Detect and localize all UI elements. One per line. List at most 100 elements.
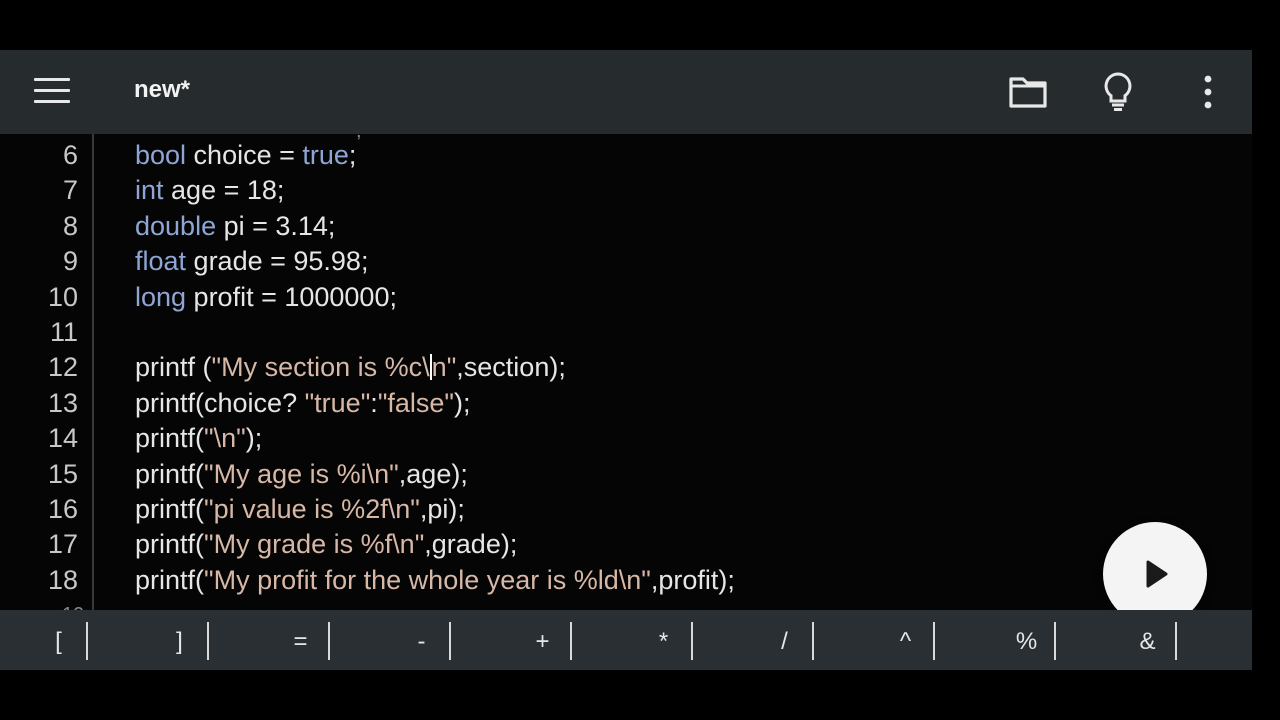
code-token: ); — [245, 423, 263, 454]
string-token: "My grade is %f\n" — [204, 529, 425, 560]
code-text: printf("My age is %i\n",age); — [135, 457, 468, 492]
code-editor[interactable]: ; 6 bool choice = true; 7 int age = 18; 8 dou… — [0, 134, 1252, 610]
symbol-bar: []=-+*/^%&| — [0, 610, 1252, 670]
symbol-key[interactable]: * — [603, 610, 724, 670]
code-token: age = 18; — [163, 175, 285, 206]
keyword-token: true — [302, 140, 349, 170]
code-token: ,section); — [456, 352, 566, 383]
code-line[interactable]: 10 long profit = 1000000; — [0, 280, 1252, 315]
symbol-key[interactable]: % — [966, 610, 1087, 670]
code-token: printf( — [135, 494, 205, 524]
code-line[interactable]: 11 — [0, 315, 1252, 350]
code-token: ,age); — [398, 458, 468, 489]
code-token: printf( — [135, 423, 205, 454]
code-text: double pi = 3.14; — [135, 209, 335, 244]
string-token: "pi value is %2f\n" — [204, 494, 420, 524]
code-line[interactable]: 14 printf("\n"); — [0, 421, 1252, 456]
code-line[interactable]: 7 int age = 18; — [0, 173, 1252, 208]
code-text: printf("My grade is %f\n",grade); — [135, 527, 517, 562]
menu-bar — [34, 89, 70, 92]
symbol-separator — [570, 622, 572, 660]
file-title: new* — [134, 76, 191, 103]
code-token: printf( — [135, 529, 205, 560]
code-line[interactable]: 13 printf(choice? "true":"false"); — [0, 386, 1252, 421]
code-token: ,pi); — [419, 494, 465, 524]
line-number: 8 — [62, 210, 78, 241]
code-editor-app: new* ; 6bool choice = true;7int age — [0, 50, 1252, 670]
symbol-key[interactable]: & — [1087, 610, 1208, 670]
symbol-key[interactable]: ] — [119, 610, 240, 670]
string-token: "My age is %i\n" — [204, 458, 399, 489]
code-text: printf ("My section is %c\n",section); — [135, 350, 566, 385]
code-line[interactable]: 17 printf("My grade is %f\n",grade); — [0, 527, 1252, 562]
code-line[interactable]: 6 bool choice = true; — [0, 138, 1252, 173]
code-line[interactable]: 9 float grade = 95.98; — [0, 244, 1252, 279]
symbol-separator — [207, 622, 209, 660]
code-line[interactable]: 15 printf("My age is %i\n",age); — [0, 457, 1252, 492]
code-token: : — [370, 387, 378, 418]
keyword-token: long — [135, 281, 187, 312]
code-token: printf( — [135, 564, 205, 595]
line-number: 10 — [47, 281, 78, 312]
code-line[interactable]: 18 printf("My profit for the whole year i… — [0, 563, 1252, 598]
code-token: printf( — [135, 458, 205, 489]
code-token: ,profit); — [650, 564, 735, 595]
line-number: 6 — [62, 140, 78, 170]
folder-icon[interactable] — [1006, 70, 1050, 114]
code-token: printf(choice? — [135, 387, 305, 418]
code-text: long profit = 1000000; — [135, 280, 397, 315]
symbol-key[interactable]: = — [240, 610, 361, 670]
code-text: bool choice = true; — [135, 138, 356, 173]
symbol-key[interactable]: ^ — [845, 610, 966, 670]
symbol-key[interactable]: / — [724, 610, 845, 670]
code-text: float grade = 95.98; — [135, 244, 368, 279]
string-token: "My profit for the whole year is %ld\n" — [204, 564, 651, 595]
symbol-separator — [328, 622, 330, 660]
keyword-token: double — [135, 210, 217, 241]
line-number: 16 — [47, 494, 78, 524]
code-token: ; — [348, 140, 357, 170]
keyword-token: float — [135, 246, 187, 277]
code-token: ,grade); — [424, 529, 518, 560]
symbol-separator — [691, 622, 693, 660]
line-number: 18 — [47, 564, 78, 595]
symbol-key[interactable]: [ — [0, 610, 119, 670]
menu-bar — [34, 100, 70, 103]
string-token: "false" — [377, 387, 455, 418]
symbol-key[interactable]: - — [361, 610, 482, 670]
code-token: grade = 95.98; — [186, 246, 369, 277]
string-token: "My section is %c\ — [211, 352, 430, 383]
code-token: choice = — [186, 140, 303, 170]
symbol-separator — [86, 622, 88, 660]
symbol-separator — [1175, 622, 1177, 660]
string-token: "\n" — [204, 423, 246, 454]
code-token: pi = 3.14; — [216, 210, 336, 241]
code-token: ); — [454, 387, 471, 418]
menu-bar — [34, 78, 70, 81]
code-line[interactable]: 16 printf("pi value is %2f\n",pi); — [0, 492, 1252, 527]
line-number: 11 — [49, 317, 78, 347]
code-line[interactable]: 12 printf ("My section is %c\n",section); — [0, 350, 1252, 385]
code-text: printf("My profit for the whole year is … — [135, 563, 735, 598]
lightbulb-icon[interactable] — [1096, 70, 1140, 114]
line-number: 13 — [47, 387, 78, 418]
symbol-separator — [933, 622, 935, 660]
code-text: printf("pi value is %2f\n",pi); — [135, 492, 465, 527]
line-number: 15 — [47, 458, 78, 489]
symbol-key[interactable]: | — [1245, 610, 1252, 670]
string-token: n" — [431, 352, 457, 383]
code-text: printf("\n"); — [135, 421, 262, 456]
menu-icon[interactable] — [30, 72, 74, 112]
more-vert-icon[interactable] — [1186, 70, 1230, 114]
line-number: 14 — [47, 423, 78, 454]
symbol-key[interactable]: + — [482, 610, 603, 670]
keyword-token: int — [135, 175, 164, 206]
code-line[interactable]: 8 double pi = 3.14; — [0, 209, 1252, 244]
symbol-separator — [812, 622, 814, 660]
line-number: 17 — [47, 529, 78, 560]
line-number: 9 — [62, 246, 78, 277]
keyword-token: bool — [135, 140, 187, 170]
line-number: 12 — [47, 352, 78, 383]
code-text: int age = 18; — [135, 173, 284, 208]
string-token: "true" — [304, 387, 371, 418]
